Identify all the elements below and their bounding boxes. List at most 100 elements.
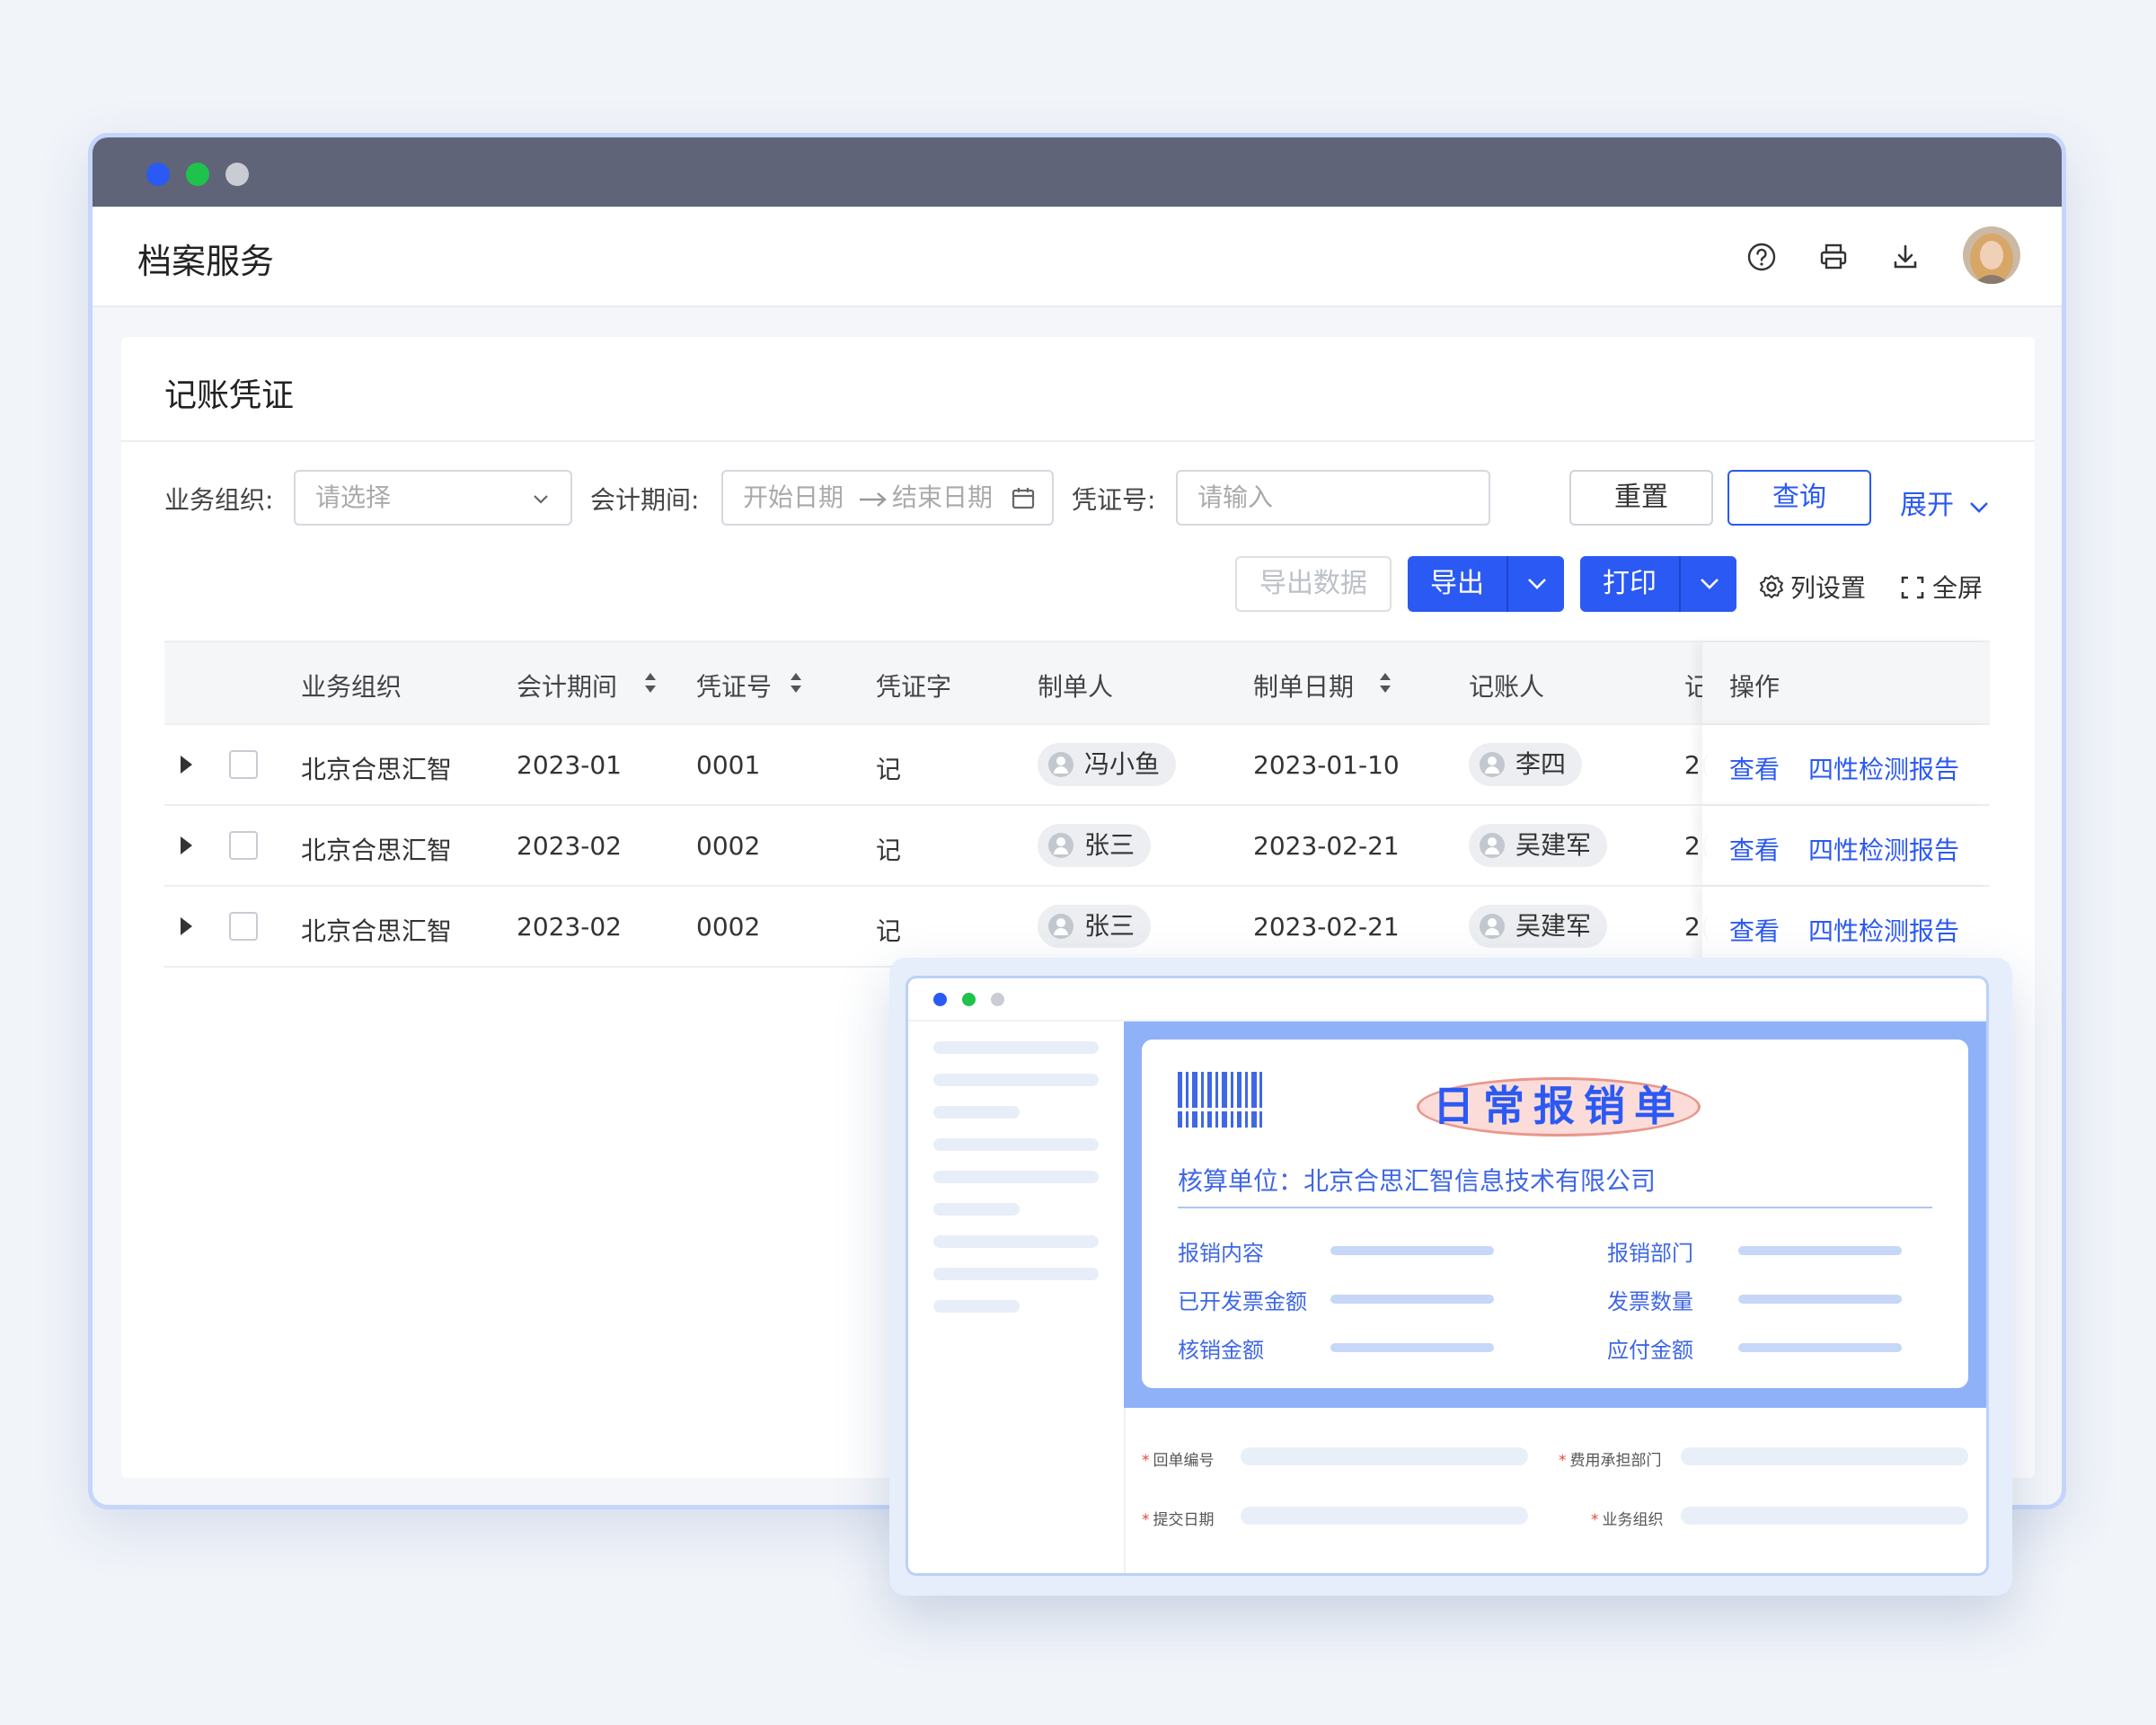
org-select[interactable]: 请选择 <box>294 470 572 526</box>
calendar-icon <box>1012 488 1035 509</box>
view-link[interactable]: 查看 <box>1729 831 1780 867</box>
header-voucher-word: 凭证字 <box>876 672 952 702</box>
gear-icon <box>1760 575 1783 598</box>
field-value-bar <box>1738 1246 1902 1255</box>
row-checkbox[interactable] <box>229 750 258 779</box>
export-button[interactable]: 导出 <box>1408 556 1507 612</box>
sort-icon[interactable] <box>644 671 657 694</box>
voucher-filter-label: 凭证号: <box>1072 485 1156 515</box>
arrow-right-icon <box>860 492 887 507</box>
voucher-input[interactable]: 请输入 <box>1176 470 1490 526</box>
window-dot-green[interactable] <box>186 163 209 186</box>
print-button[interactable]: 打印 <box>1580 556 1679 612</box>
download-icon[interactable] <box>1889 241 1922 273</box>
expand-row-icon[interactable] <box>181 917 192 935</box>
voucher-table: 业务组织 会计期间 凭证号 凭证字 制单人 制单日期 记账人 记 操作 北京合思… <box>164 641 1990 968</box>
period-start-placeholder[interactable]: 开始日期 <box>743 482 844 512</box>
skeleton-bar <box>933 1300 1020 1313</box>
header-voucher-no[interactable]: 凭证号 <box>696 668 772 703</box>
print-dropdown-button[interactable] <box>1679 556 1736 612</box>
header-org[interactable]: 业务组织 <box>301 668 402 703</box>
sort-icon[interactable] <box>790 671 802 694</box>
form-divider <box>1178 1207 1932 1208</box>
org-filter-label: 业务组织: <box>164 485 274 515</box>
sub-field-bar <box>1241 1447 1528 1465</box>
card-divider <box>121 440 2035 442</box>
fixed-ops-header: 操作 <box>1702 642 1990 723</box>
cell-org: 北京合思汇智 <box>301 836 453 865</box>
bookkeeper-name: 李四 <box>1515 749 1567 779</box>
field-label: 已开发票金额 <box>1178 1289 1307 1314</box>
help-icon[interactable] <box>1745 241 1778 273</box>
chevron-down-icon <box>1701 579 1719 589</box>
table-row[interactable]: 北京合思汇智 2023-01 0001 记 冯小鱼 2023-01-10 李四 … <box>164 723 1990 804</box>
cell-voucher-no: 0002 <box>696 831 761 861</box>
expand-link[interactable]: 展开 <box>1900 482 1988 522</box>
fixed-ops-cell: 查看 四性检测报告 <box>1702 887 1990 966</box>
fixed-ops-cell: 查看 四性检测报告 <box>1702 806 1990 885</box>
form-accounting-unit: 核算单位：北京合思汇智信息技术有限公司 <box>1178 1166 1657 1196</box>
row-checkbox[interactable] <box>229 912 258 941</box>
preview-window: 日常报销单 核算单位：北京合思汇智信息技术有限公司 报销内容 已开发票金额 核销… <box>889 958 2012 1596</box>
header-ops: 操作 <box>1729 672 1780 702</box>
creator-chip: 冯小鱼 <box>1038 743 1177 786</box>
field-label: 报销部门 <box>1607 1241 1693 1266</box>
table-row[interactable]: 北京合思汇智 2023-02 0002 记 张三 2023-02-21 吴建军 … <box>164 885 1990 968</box>
header-create-date[interactable]: 制单日期 <box>1253 668 1354 703</box>
cell-org: 北京合思汇智 <box>301 916 453 946</box>
report-link[interactable]: 四性检测报告 <box>1808 750 1959 786</box>
bookkeeper-chip: 李四 <box>1469 743 1583 786</box>
user-icon <box>1480 752 1505 777</box>
view-link[interactable]: 查看 <box>1729 912 1780 948</box>
report-link[interactable]: 四性检测报告 <box>1808 831 1959 867</box>
field-value-bar <box>1738 1295 1902 1304</box>
column-settings-button[interactable]: 列设置 <box>1758 569 1866 605</box>
fullscreen-button[interactable]: 全屏 <box>1900 569 1983 605</box>
table-row[interactable]: 北京合思汇智 2023-02 0002 记 张三 2023-02-21 吴建军 … <box>164 804 1990 885</box>
reset-button[interactable]: 重置 <box>1569 470 1713 526</box>
field-label: 应付金额 <box>1607 1338 1693 1363</box>
chevron-down-icon <box>1969 502 1988 513</box>
expand-row-icon[interactable] <box>181 756 192 774</box>
printer-icon[interactable] <box>1817 241 1850 273</box>
preview-sidebar <box>908 1022 1126 1573</box>
field-label: 报销内容 <box>1178 1241 1264 1266</box>
row-checkbox[interactable] <box>229 831 258 860</box>
skeleton-bar <box>933 1106 1020 1119</box>
window-dot-blue[interactable] <box>146 163 170 186</box>
header-period[interactable]: 会计期间 <box>517 668 617 703</box>
creator-chip: 张三 <box>1038 824 1152 867</box>
creator-name: 张三 <box>1084 911 1135 941</box>
export-data-button[interactable]: 导出数据 <box>1235 556 1392 612</box>
export-dropdown-button[interactable] <box>1507 556 1564 612</box>
cell-period: 2023-02 <box>517 912 622 942</box>
org-select-placeholder: 请选择 <box>315 482 392 512</box>
preview-titlebar <box>908 978 1986 1022</box>
creator-name: 冯小鱼 <box>1084 749 1161 779</box>
period-range-picker[interactable]: 开始日期 结束日期 <box>721 470 1054 526</box>
user-icon <box>1048 914 1074 939</box>
bookkeeper-name: 吴建军 <box>1515 911 1592 941</box>
chevron-down-icon <box>1528 579 1546 589</box>
preview-inner: 日常报销单 核算单位：北京合思汇智信息技术有限公司 报销内容 已开发票金额 核销… <box>906 976 1989 1576</box>
cell-org: 北京合思汇智 <box>301 755 453 784</box>
window-dot-gray[interactable] <box>225 163 249 186</box>
expand-row-icon[interactable] <box>181 836 192 854</box>
sub-field-label: * 业务组织 <box>1591 1511 1664 1529</box>
reimbursement-form: 日常报销单 核算单位：北京合思汇智信息技术有限公司 报销内容 已开发票金额 核销… <box>1142 1039 1968 1388</box>
bookkeeper-chip: 吴建军 <box>1469 824 1608 867</box>
user-icon <box>1480 833 1505 858</box>
view-link[interactable]: 查看 <box>1729 750 1780 786</box>
user-avatar[interactable] <box>1963 226 2020 284</box>
period-end-placeholder[interactable]: 结束日期 <box>892 472 993 524</box>
preview-dot-gray <box>991 993 1004 1006</box>
query-button[interactable]: 查询 <box>1727 470 1871 526</box>
preview-dot-blue <box>933 993 947 1006</box>
sort-icon[interactable] <box>1379 671 1392 694</box>
skeleton-bar <box>933 1268 1099 1280</box>
table-header: 业务组织 会计期间 凭证号 凭证字 制单人 制单日期 记账人 记 操作 <box>164 641 1990 723</box>
cell-voucher-no: 0002 <box>696 912 761 942</box>
period-filter-label: 会计期间: <box>590 485 700 515</box>
report-link[interactable]: 四性检测报告 <box>1808 912 1959 948</box>
user-icon <box>1480 914 1505 939</box>
